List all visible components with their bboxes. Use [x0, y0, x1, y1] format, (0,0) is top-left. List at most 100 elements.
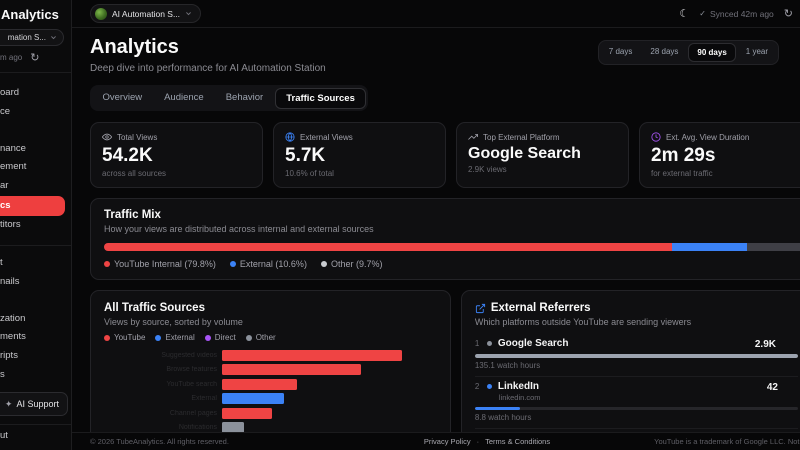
bar-label: YouTube search — [166, 380, 217, 388]
legend-external: External (10.6%) — [229, 259, 307, 269]
sidebar-item-unlabeled[interactable] — [0, 121, 65, 140]
referrer-dot — [486, 341, 492, 346]
clock-icon — [651, 132, 661, 142]
eye-icon — [102, 132, 112, 142]
bar-row: Channel pages — [104, 407, 437, 420]
legend-dot — [155, 334, 162, 341]
legend-label: External — [165, 333, 195, 342]
sidebar-channel-label: mation S... — [7, 33, 46, 42]
kpi-total-views: Total Views 54.2K across all sources — [90, 122, 263, 188]
dark-mode-toggle-moon-icon[interactable]: ☾ — [679, 7, 689, 20]
referrer-row-linkedin[interactable]: 2 LinkedIn 42 linkedin.com 8.8 watch hou… — [474, 375, 798, 429]
chevron-down-icon — [186, 12, 191, 16]
sidebar-item-dashboard[interactable]: oard — [0, 84, 65, 103]
kpi-row: Total Views 54.2K across all sources Ext… — [90, 122, 800, 188]
bar-label: Browse features — [166, 366, 217, 374]
referrer-dot — [486, 383, 492, 389]
tab-traffic-sources-active[interactable]: Traffic Sources — [275, 87, 366, 109]
referrer-bar-track — [474, 406, 798, 410]
mix-segment-youtube-internal — [104, 243, 672, 251]
legend-direct: Direct — [204, 333, 236, 342]
globe-icon — [285, 132, 295, 142]
analytics-tabs: Overview Audience Behavior Traffic Sourc… — [90, 85, 369, 111]
legend-label: External (10.6%) — [239, 259, 307, 269]
sidebar-item-thumbnails[interactable]: nails — [0, 273, 65, 292]
sync-status-label: Synced 42m ago — [709, 8, 774, 19]
traffic-mix-title: Traffic Mix — [104, 209, 161, 221]
app-window: Analytics mation S... m ago ↻ oard ce na… — [0, 0, 800, 450]
tab-overview[interactable]: Overview — [93, 88, 153, 109]
legend-label: Other (9.7%) — [330, 259, 383, 269]
referrer-watch-hours: 135.1 watch hours — [474, 360, 541, 370]
sidebar-item-content[interactable]: t — [0, 254, 65, 273]
legend-dot — [229, 261, 236, 267]
kpi-value: 5.7K — [285, 145, 326, 166]
sidebar-item-analytics-active[interactable]: cs — [0, 195, 65, 216]
range-7-days-button[interactable]: 7 days — [601, 43, 641, 62]
bar-label: Notifications — [178, 424, 217, 432]
bottom-row: All Traffic Sources Views by source, sor… — [90, 290, 800, 450]
page-header: Analytics Deep dive into performance for… — [90, 36, 800, 74]
referrer-bar-fill — [474, 354, 798, 358]
sidebar: Analytics mation S... m ago ↻ oard ce na… — [0, 0, 72, 450]
sidebar-item-logout[interactable]: ut — [0, 430, 8, 441]
trademark-disclaimer: YouTube is a trademark of Google LLC. No… — [654, 437, 800, 446]
tab-behavior[interactable]: Behavior — [216, 88, 274, 109]
referrer-views-value: 2.9K — [754, 339, 776, 350]
bar-label: External — [191, 395, 217, 403]
refresh-icon[interactable]: ↻ — [784, 7, 793, 20]
app-logo: Analytics — [1, 7, 59, 22]
referrer-views-value: 42 — [766, 381, 778, 393]
ai-support-label: AI Support — [16, 399, 59, 409]
legend-dot — [104, 261, 110, 267]
topbar-actions: ☾ ✓ Synced 42m ago ↻ — [679, 7, 793, 20]
bar — [222, 349, 402, 361]
time-range-selector: 7 days 28 days 90 days 1 year — [597, 40, 779, 65]
legend-dot — [320, 261, 327, 267]
ai-support-button[interactable]: ✦ AI Support — [0, 392, 68, 416]
referrer-watch-hours: 8.8 watch hours — [474, 413, 532, 422]
channel-selector-label: AI Automation S... — [112, 8, 181, 19]
referrer-bar-fill — [474, 406, 521, 410]
bar-label: Channel pages — [169, 409, 217, 417]
sidebar-item-audience[interactable]: ce — [0, 103, 65, 122]
kpi-subtext: across all sources — [102, 169, 167, 178]
bar — [222, 407, 272, 419]
range-28-days-button[interactable]: 28 days — [642, 43, 686, 62]
traffic-mix-legend: YouTube Internal (79.8%) External (10.6%… — [104, 259, 800, 269]
legend-label: YouTube — [114, 333, 146, 342]
kpi-subtext: for external traffic — [651, 169, 713, 178]
refresh-icon[interactable]: ↻ — [30, 51, 39, 64]
sidebar-item-finance[interactable]: nance — [0, 140, 65, 159]
referrer-domain: linkedin.com — [498, 392, 541, 402]
sidebar-item-optimization[interactable]: zation — [0, 310, 65, 329]
privacy-policy-link[interactable]: Privacy Policy — [424, 437, 471, 446]
sidebar-channel-selector[interactable]: mation S... — [0, 29, 64, 46]
all-traffic-sources-legend: YouTube External Direct Other — [104, 333, 437, 342]
traffic-mix-subtitle: How your views are distributed across in… — [104, 224, 374, 234]
legend-external: External — [155, 333, 195, 342]
sidebar-item-comments[interactable]: ments — [0, 328, 65, 347]
legend-other: Other (9.7%) — [320, 259, 383, 269]
tab-audience[interactable]: Audience — [154, 88, 214, 109]
range-1-year-button[interactable]: 1 year — [738, 43, 776, 62]
bar-row: External — [104, 393, 437, 406]
terms-conditions-link[interactable]: Terms & Conditions — [485, 437, 550, 446]
sidebar-item-ideas[interactable]: s — [0, 366, 65, 385]
sidebar-item-unlabeled-2[interactable] — [0, 291, 65, 310]
kpi-label: Total Views — [117, 132, 158, 142]
range-90-days-button-active[interactable]: 90 days — [688, 43, 736, 62]
kpi-external-views: External Views 5.7K 10.6% of total — [273, 122, 446, 188]
referrer-row-google-search[interactable]: 1 Google Search 2.9K 135.1 watch hours — [474, 334, 798, 376]
sidebar-sync-status: m ago ↻ — [0, 51, 39, 64]
external-link-icon — [475, 303, 486, 314]
sidebar-item-engagement[interactable]: ement — [0, 158, 65, 177]
sidebar-item-scripts[interactable]: ripts — [0, 347, 65, 366]
channel-selector-dropdown[interactable]: AI Automation S... — [90, 4, 202, 23]
referrer-name: Google Search — [497, 338, 569, 349]
external-referrers-subtitle: Which platforms outside YouTube are send… — [474, 317, 692, 327]
sidebar-item-calendar[interactable]: ar — [0, 177, 65, 196]
sidebar-item-competitors[interactable]: titors — [0, 216, 65, 235]
all-traffic-sources-title: All Traffic Sources — [104, 302, 205, 314]
kpi-label: External Views — [300, 132, 353, 142]
